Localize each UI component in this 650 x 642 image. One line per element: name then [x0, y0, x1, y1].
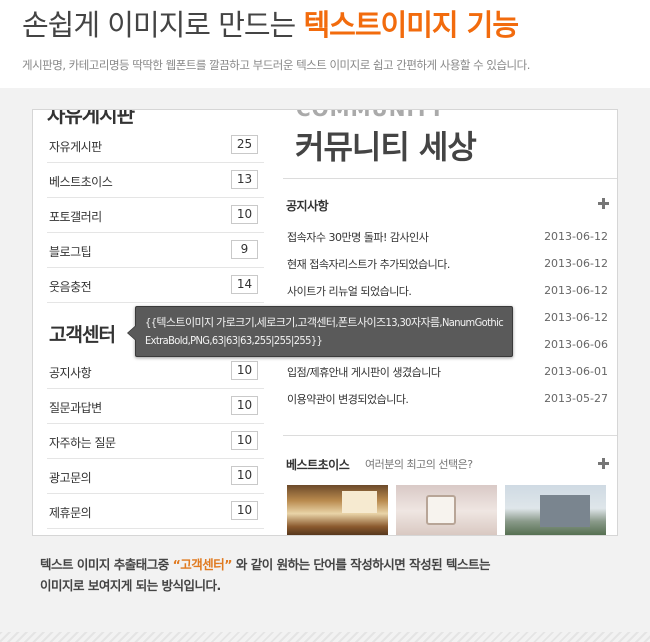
board-item[interactable]: 블로그팁 9: [47, 233, 264, 268]
cs-item[interactable]: 자주하는 질문 10: [47, 424, 264, 459]
notice-date: 2013-06-06: [544, 338, 608, 351]
page-subtitle: 게시판명, 카테고리명등 딱딱한 웹폰트를 깔끔하고 부드러운 텍스트 이미지로…: [22, 58, 530, 72]
keyword-highlight: 고객센터: [180, 557, 225, 572]
board-item-count: 10: [231, 205, 258, 224]
cs-item-count: 10: [231, 361, 258, 380]
board-item-label: 블로그팁: [49, 245, 92, 259]
notice-date: 2013-05-27: [544, 392, 608, 405]
board-item-label: 베스트초이스: [49, 175, 113, 189]
board-item[interactable]: 베스트초이스 13: [47, 163, 264, 198]
thumbnail-window-shape: [342, 491, 377, 513]
customer-center-title: 고객센터: [49, 324, 116, 346]
cs-item[interactable]: 제휴문의 10: [47, 494, 264, 529]
thumbnail-lamp-shape: [426, 495, 456, 525]
notice-title: 사이트가 리뉴얼 되었습니다.: [287, 285, 412, 298]
notice-date: 2013-06-12: [544, 257, 608, 270]
community-title-en: COMMUNITY: [296, 109, 446, 121]
board-item[interactable]: 포토갤러리 10: [47, 198, 264, 233]
cs-item-count: 10: [231, 431, 258, 450]
board-item-label: 웃음충전: [49, 280, 92, 294]
cs-item-label: 질문과답변: [49, 401, 102, 415]
best-thumbnail-lamp[interactable]: [396, 485, 497, 535]
page-headline: 손쉽게 이미지로 만드는 텍스트이미지 기능: [22, 2, 519, 44]
notice-item[interactable]: 접속자수 30만명 돌파! 감사인사 2013-06-12: [287, 223, 614, 250]
explanation-text: 텍스트 이미지 추출태그중 “고객센터” 와 같이 원하는 단어를 작성하시면 …: [40, 554, 490, 596]
best-choice-title: 베스트초이스: [286, 458, 350, 472]
cs-item-label: 공지사항: [49, 366, 92, 380]
best-more-plus-icon[interactable]: [598, 458, 609, 469]
divider: [283, 178, 617, 179]
notice-date: 2013-06-12: [544, 230, 608, 243]
notice-title: 입점/제휴안내 게시판이 생겼습니다: [287, 366, 441, 379]
notice-title: 접속자수 30만명 돌파! 감사인사: [287, 231, 429, 244]
divider: [283, 435, 617, 436]
cs-item-count: 10: [231, 396, 258, 415]
board-item-label: 자유게시판: [49, 140, 102, 154]
explanation-line-2: 이미지로 보여지게 되는 방식입니다.: [40, 578, 221, 593]
explanation-prefix: 텍스트 이미지 추출태그중: [40, 557, 173, 572]
board-item-count: 25: [231, 135, 258, 154]
notice-section-title: 공지사항: [286, 199, 329, 213]
notice-date: 2013-06-01: [544, 365, 608, 378]
board-item-count: 9: [231, 240, 258, 259]
cs-item-count: 10: [231, 466, 258, 485]
board-item[interactable]: 자유게시판 25: [47, 128, 264, 163]
thumbnail-building-shape: [540, 495, 590, 527]
tooltip-tag-text: {{텍스트이미지 가로크기,세로크기,고객센터,폰트사이즈13,30자자름,Na…: [145, 316, 504, 347]
board-item-count: 13: [231, 170, 258, 189]
notice-title: 이용약관이 변경되었습니다.: [287, 393, 409, 406]
explanation-suffix: 와 같이 원하는 단어를 작성하시면 작성된 텍스트는: [232, 557, 491, 572]
cs-item[interactable]: 광고문의 10: [47, 459, 264, 494]
board-item[interactable]: 웃음충전 14: [47, 268, 264, 303]
notice-date: 2013-06-12: [544, 284, 608, 297]
headline-main: 손쉽게 이미지로 만드는: [22, 8, 304, 42]
quote-close: ”: [224, 557, 233, 572]
notice-item[interactable]: 현재 접속자리스트가 추가되었습니다. 2013-06-12: [287, 250, 614, 277]
board-item-label: 포토갤러리: [49, 210, 102, 224]
notice-item[interactable]: 이용약관이 변경되었습니다. 2013-05-27: [287, 385, 614, 412]
notice-date: 2013-06-12: [544, 311, 608, 324]
headline-accent: 텍스트이미지 기능: [303, 8, 519, 42]
community-title: 커뮤니티 세상: [295, 128, 477, 166]
notice-more-plus-icon[interactable]: [598, 198, 609, 209]
notice-item[interactable]: 입점/제휴안내 게시판이 생겼습니다 2013-06-01: [287, 358, 614, 385]
sidebar-section-title: 자유게시판: [47, 109, 135, 127]
best-thumbnail-building[interactable]: [505, 485, 606, 535]
cs-item-count: 10: [231, 501, 258, 520]
board-item-count: 14: [231, 275, 258, 294]
cs-item-label: 자주하는 질문: [49, 436, 116, 450]
best-thumbnail-kitchen[interactable]: [287, 485, 388, 535]
notice-title: 현재 접속자리스트가 추가되었습니다.: [287, 258, 450, 271]
notice-item[interactable]: 사이트가 리뉴얼 되었습니다. 2013-06-12: [287, 277, 614, 304]
cs-item[interactable]: 공지사항 10: [47, 354, 264, 389]
cs-item-label: 제휴문의: [49, 506, 92, 520]
cs-item[interactable]: 질문과답변 10: [47, 389, 264, 424]
cs-item-label: 광고문의: [49, 471, 92, 485]
explanation-line-1: 텍스트 이미지 추출태그중 “고객센터” 와 같이 원하는 단어를 작성하시면 …: [40, 554, 490, 575]
text-image-tag-tooltip: {{텍스트이미지 가로크기,세로크기,고객센터,폰트사이즈13,30자자름,Na…: [127, 306, 513, 357]
best-choice-subtitle: 여러분의 최고의 선택은?: [365, 458, 473, 471]
